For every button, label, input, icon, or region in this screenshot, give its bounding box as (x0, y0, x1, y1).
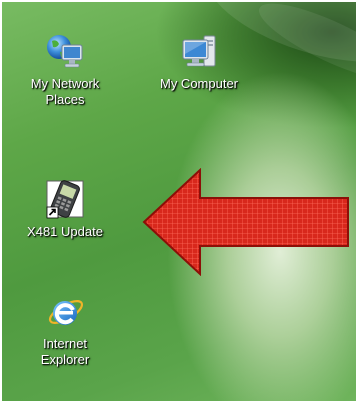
desktop-icon-internet-explorer[interactable]: Internet Explorer (10, 292, 120, 368)
desktop-icon-my-computer[interactable]: My Computer (144, 32, 254, 92)
icon-label-line: Places (45, 92, 85, 107)
icon-label-internet-explorer: Internet Explorer (10, 336, 120, 368)
icon-label-line: My Computer (159, 76, 239, 91)
phone-shortcut-icon (46, 180, 84, 219)
screenshot-frame: My Network Places My Computer X481 Updat… (0, 0, 360, 403)
icon-label-line: Explorer (40, 352, 90, 367)
icon-label-my-network-places: My Network Places (10, 76, 120, 108)
red-arrow-icon (142, 168, 349, 276)
network-places-icon (47, 35, 83, 68)
internet-explorer-icon (48, 300, 84, 325)
icon-label-x481-update: X481 Update (10, 224, 120, 240)
icon-label-my-computer: My Computer (144, 76, 254, 92)
desktop[interactable]: My Network Places My Computer X481 Updat… (2, 2, 356, 401)
wallpaper-highlight-secondary (251, 2, 356, 94)
desktop-icon-my-network-places[interactable]: My Network Places (10, 32, 120, 108)
icon-label-line: X481 Update (27, 224, 103, 239)
icon-label-line: My Network (30, 76, 100, 91)
icon-label-line: Internet (42, 336, 88, 351)
my-computer-icon (182, 35, 216, 67)
desktop-icon-x481-update[interactable]: X481 Update (10, 180, 120, 240)
